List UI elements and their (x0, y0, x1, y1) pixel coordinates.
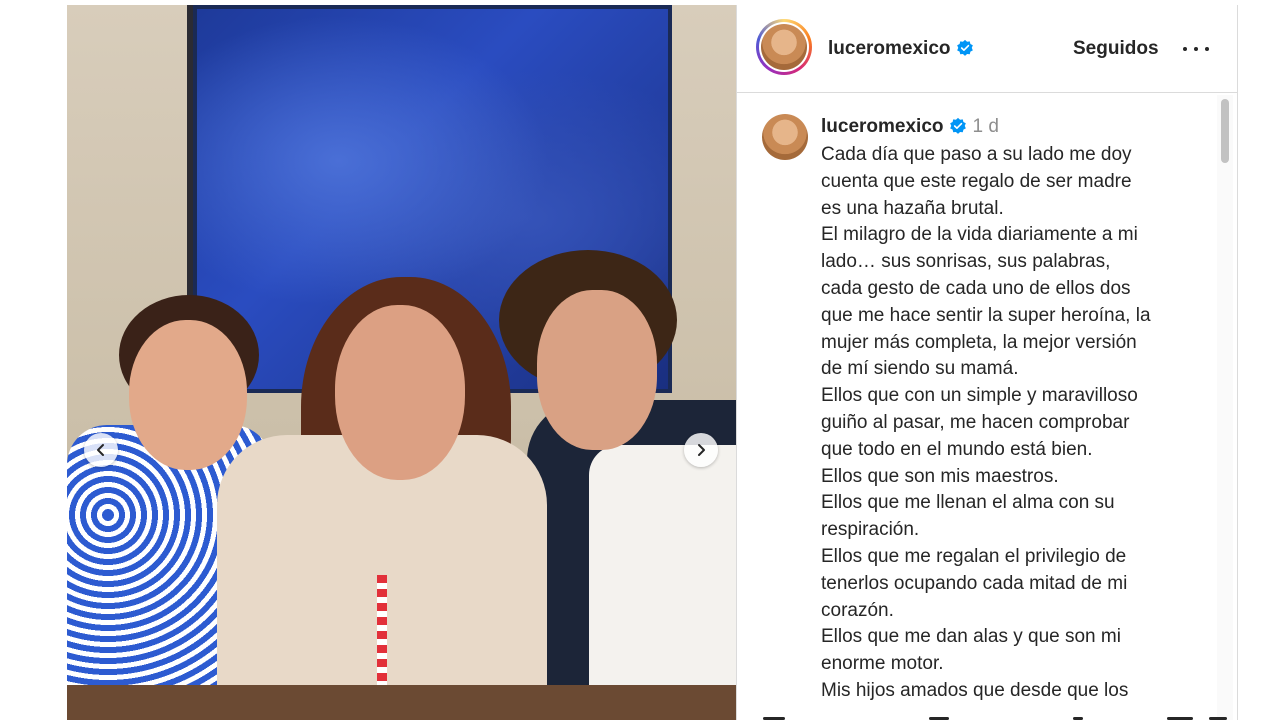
avatar-story-ring[interactable] (756, 19, 812, 75)
following-button[interactable]: Seguidos (1073, 38, 1159, 60)
caption-line: mujer más completa, la mejor versión (821, 331, 1137, 353)
caption-header: luceromexico 1 d (821, 116, 999, 138)
caption-scrollbar[interactable] (1217, 95, 1233, 720)
scrollbar-thumb[interactable] (1221, 99, 1229, 163)
caption-text: Cada día que paso a su lado me doy cuenta… (821, 142, 1201, 705)
verified-badge-icon (949, 117, 966, 134)
caption-line: Ellos que con un simple y maravilloso (821, 385, 1138, 407)
caption-line: es una hazaña brutal. (821, 197, 1004, 219)
caption-line: corazón. (821, 599, 894, 621)
verified-badge-icon (956, 39, 973, 56)
caption-line: El milagro de la vida diariamente a mi (821, 224, 1138, 246)
caption-line: Ellos que son mis maestros. (821, 465, 1059, 487)
more-options-button[interactable] (1183, 39, 1209, 59)
person-left-face (129, 320, 247, 470)
caption-line: que me hace sentir la super heroína, la (821, 304, 1151, 326)
person-right-face (537, 290, 657, 450)
post-side-panel: luceromexico Seguidos luceromexico 1 d C… (736, 5, 1238, 720)
caption-line: guiño al pasar, me hacen comprobar (821, 411, 1130, 433)
caption-line: tenerlos ocupando cada mitad de mi (821, 572, 1128, 594)
person-center-face (335, 305, 465, 480)
more-horizontal-icon (1183, 47, 1187, 51)
caption-line: lado… sus sonrisas, sus palabras, (821, 251, 1111, 273)
caption-line: Ellos que me regalan el privilegio de (821, 545, 1127, 567)
caption-scroll-area[interactable]: luceromexico 1 d Cada día que paso a su … (737, 93, 1237, 720)
caption-line: que todo en el mundo está bien. (821, 438, 1093, 460)
table (67, 685, 736, 720)
caption-line: cada gesto de cada uno de ellos dos (821, 277, 1131, 299)
person-right-shirt (589, 445, 736, 720)
caption-line: Ellos que me llenan el alma con su (821, 492, 1115, 514)
carousel-next-button[interactable] (684, 433, 718, 467)
caption-line: de mí siendo su mamá. (821, 358, 1019, 380)
caption-line: Cada día que paso a su lado me doy (821, 144, 1132, 165)
chevron-right-icon (698, 444, 705, 456)
caption-username[interactable]: luceromexico (821, 116, 944, 137)
avatar (761, 24, 807, 70)
header-username[interactable]: luceromexico (828, 38, 974, 60)
caption-line: respiración. (821, 519, 920, 541)
chevron-left-icon (97, 444, 104, 456)
username-link[interactable]: luceromexico (828, 38, 951, 59)
caption-avatar[interactable] (762, 114, 808, 160)
action-bar-partial (757, 717, 1227, 725)
caption-line: Mis hijos amados que desde que los (821, 679, 1129, 701)
carousel-prev-button[interactable] (84, 433, 118, 467)
caption-line: Ellos que me dan alas y que son mi (821, 626, 1121, 648)
caption-line: cuenta que este regalo de ser madre (821, 170, 1132, 192)
post-timestamp[interactable]: 1 d (973, 116, 999, 137)
post-header: luceromexico Seguidos (737, 5, 1237, 93)
caption-line: enorme motor. (821, 653, 944, 675)
post-photo[interactable] (67, 5, 736, 720)
